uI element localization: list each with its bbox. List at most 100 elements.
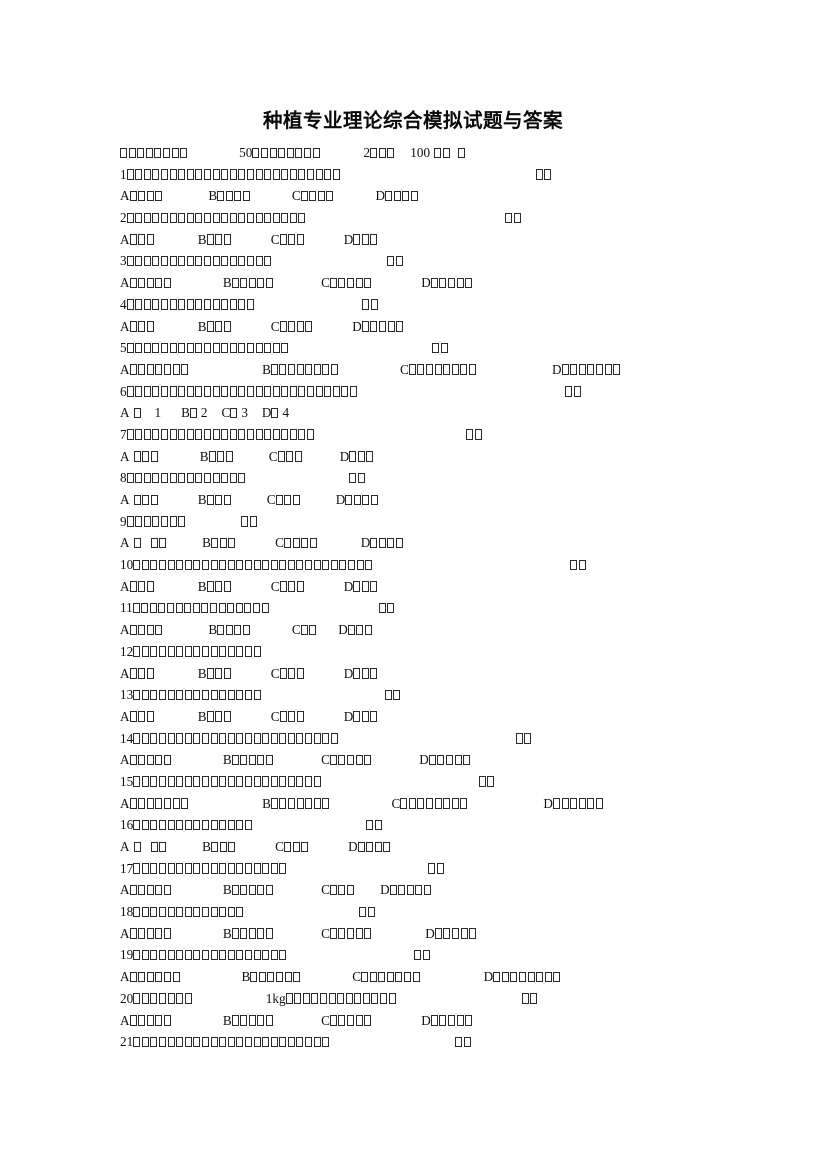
option-text <box>353 665 378 687</box>
option-letter-a: A <box>120 361 130 377</box>
option-letter-a: A <box>120 665 130 681</box>
option-letter-c: C <box>321 752 330 768</box>
option-line: A B C D <box>120 532 720 554</box>
option-line: A B C D <box>120 923 720 945</box>
option-letter-d: D <box>380 882 390 898</box>
option-text <box>300 187 334 209</box>
option-text <box>231 274 274 296</box>
question-text <box>126 296 254 318</box>
answer-parenthesis <box>378 599 395 621</box>
answer-parenthesis <box>565 383 581 405</box>
option-line: A B C D <box>120 316 720 338</box>
option-letter-c: C <box>321 882 330 898</box>
answer-parenthesis <box>466 426 482 448</box>
option-text <box>329 925 372 947</box>
question-text <box>133 643 261 665</box>
option-letter-a: A <box>120 752 130 768</box>
option-letter-a: A <box>120 925 130 941</box>
option-value: 4 <box>282 405 290 421</box>
option-letter-c: C <box>275 535 284 551</box>
option-text <box>129 274 171 296</box>
option-line: A B C D <box>120 359 720 381</box>
option-text <box>133 448 158 470</box>
option-letter-b: B <box>262 361 271 377</box>
option-letter-b: B <box>208 622 218 638</box>
option-letter-c: C <box>275 839 284 854</box>
option-letter-c: C <box>391 795 401 811</box>
question-text <box>126 209 306 231</box>
question-stem: 9 <box>120 511 720 533</box>
option-text <box>329 751 372 773</box>
option-line: A B C D <box>120 272 720 294</box>
option-letter-b: B <box>197 665 207 681</box>
missing-glyph-run <box>434 144 450 166</box>
answer-parenthesis <box>241 513 257 535</box>
option-letter-c: C <box>321 275 330 291</box>
question-stem: 12 <box>120 641 720 663</box>
question-number: 6 <box>120 383 127 399</box>
question-number: 20 <box>120 990 134 1006</box>
option-text <box>347 621 372 643</box>
option-text <box>129 361 189 383</box>
option-text <box>408 361 476 383</box>
option-line: A B C D <box>120 749 720 771</box>
question-text <box>133 860 287 882</box>
option-text <box>430 1012 473 1034</box>
option-text <box>385 187 418 209</box>
option-text <box>129 795 189 817</box>
option-text <box>428 751 471 773</box>
exam-header-line: 50 2 100 <box>120 142 720 164</box>
option-text <box>279 708 304 730</box>
option-text <box>361 318 404 340</box>
option-letter-c: C <box>321 925 330 941</box>
option-letter-d: D <box>335 492 346 507</box>
option-text <box>361 968 420 990</box>
question-text <box>133 946 287 968</box>
question-number: 4 <box>120 296 127 312</box>
question-text <box>126 426 315 448</box>
question-stem: 1 <box>120 164 720 186</box>
option-text <box>206 318 231 340</box>
question-number: 9 <box>120 513 127 529</box>
exam-body: 50 2 100 1 A B C D 2 A B C D 3 A B C D 4 A B C D 5 A B C D 6 A 1 B 2 C 3 D 4… <box>120 142 720 1053</box>
option-letter-d: D <box>343 665 354 681</box>
option-letter-c: C <box>321 1012 330 1028</box>
option-letter-d: D <box>421 275 431 291</box>
option-letter-b: B <box>197 578 207 594</box>
option-text <box>129 578 154 600</box>
option-text <box>217 187 250 209</box>
question-text <box>126 383 358 405</box>
option-letter-c: C <box>221 405 231 421</box>
question-text <box>285 990 396 1012</box>
answer-parenthesis <box>535 166 552 188</box>
question-stem: 16 <box>120 814 720 836</box>
question-text <box>126 513 186 535</box>
question-number: 13 <box>120 687 134 703</box>
option-text <box>277 448 302 470</box>
option-text <box>129 318 154 340</box>
question-number: 19 <box>120 947 134 963</box>
question-text <box>126 469 246 491</box>
option-text <box>345 491 378 513</box>
question-number: 21 <box>120 1034 134 1050</box>
question-number: 15 <box>120 773 134 789</box>
option-letter-c: C <box>400 361 409 377</box>
option-line: A B C D <box>120 619 720 641</box>
question-text <box>126 166 340 188</box>
option-text <box>210 534 236 556</box>
option-text <box>129 968 180 990</box>
option-line: A B C D <box>120 793 720 815</box>
option-text <box>210 838 236 860</box>
option-text <box>279 665 304 687</box>
option-text <box>133 491 158 513</box>
option-text <box>208 448 233 470</box>
question-stem: 4 <box>120 294 720 316</box>
option-letter-d: D <box>375 188 385 204</box>
option-text <box>206 491 231 513</box>
header-number: 50 <box>239 145 253 160</box>
option-letter-b: B <box>222 752 232 768</box>
answer-parenthesis <box>432 339 448 361</box>
option-letter-c: C <box>270 318 280 334</box>
text-lines: 50 2 100 1 A B C D 2 A B C D 3 A B C D 4 A B C D 5 A B C D 6 A 1 B 2 C 3 D 4… <box>120 142 720 1053</box>
answer-parenthesis <box>478 773 495 795</box>
